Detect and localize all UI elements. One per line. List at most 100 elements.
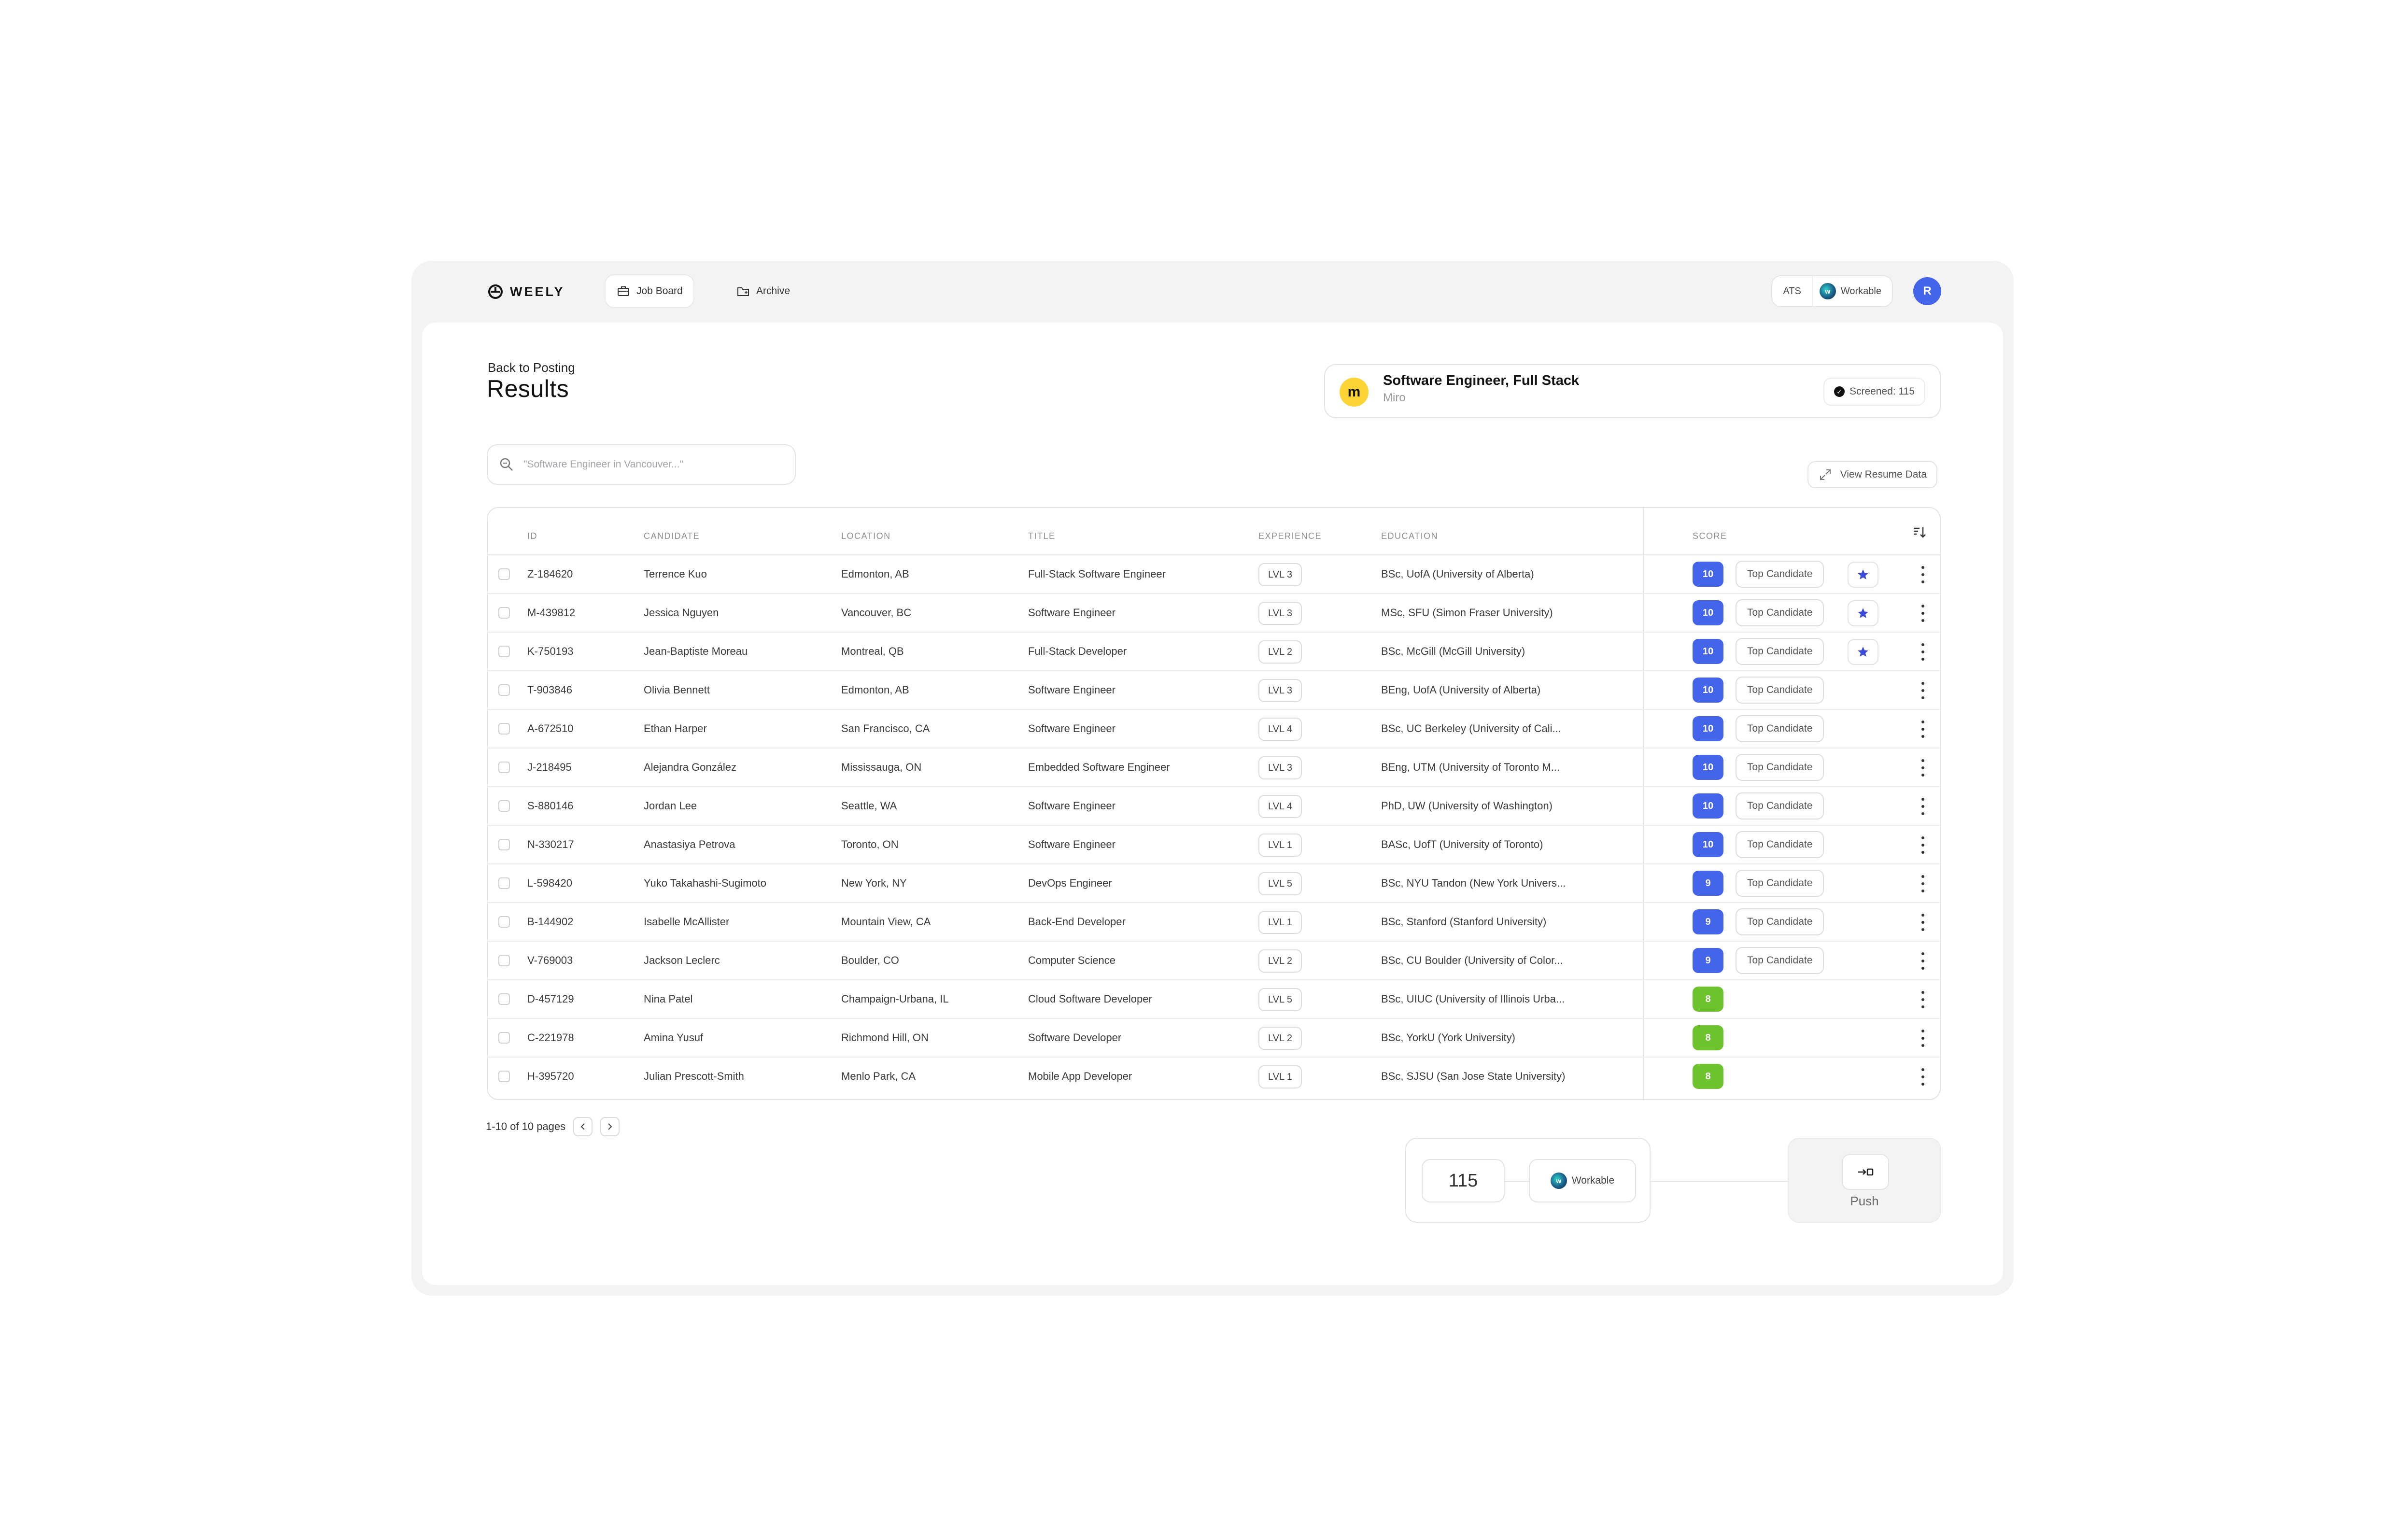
top-candidate-tag: Top Candidate xyxy=(1736,947,1824,974)
col-experience[interactable]: EXPERIENCE xyxy=(1258,531,1322,541)
table-row[interactable]: A-672510 Ethan Harper San Francisco, CA Sof… xyxy=(488,710,1940,749)
table-row[interactable]: H-395720 Julian Prescott-Smith Menlo Park,… xyxy=(488,1058,1940,1096)
kebab-icon xyxy=(1921,914,1924,917)
experience-badge: LVL 1 xyxy=(1258,834,1302,857)
cell-candidate: Ethan Harper xyxy=(644,722,707,735)
row-checkbox[interactable] xyxy=(498,877,510,889)
sort-button[interactable] xyxy=(1909,522,1930,543)
row-more-button[interactable] xyxy=(1918,564,1928,585)
row-checkbox[interactable] xyxy=(498,762,510,773)
table-row[interactable]: D-457129 Nina Patel Champaign-Urbana, IL Cl… xyxy=(488,980,1940,1019)
row-more-button[interactable] xyxy=(1918,641,1928,663)
kebab-icon xyxy=(1921,689,1924,692)
row-more-button[interactable] xyxy=(1918,873,1928,894)
row-more-button[interactable] xyxy=(1918,1028,1928,1049)
row-more-button[interactable] xyxy=(1918,989,1928,1010)
row-more-button[interactable] xyxy=(1918,603,1928,624)
col-id[interactable]: ID xyxy=(527,531,537,541)
kebab-icon xyxy=(1921,658,1924,661)
star-button[interactable] xyxy=(1848,600,1878,626)
row-more-button[interactable] xyxy=(1918,912,1928,933)
back-to-posting-link[interactable]: Back to Posting xyxy=(488,360,575,375)
job-card: m Software Engineer, Full Stack Miro ✓ S… xyxy=(1324,364,1941,418)
kebab-icon xyxy=(1921,875,1924,878)
cell-title: Cloud Software Developer xyxy=(1028,993,1152,1005)
kebab-icon xyxy=(1921,851,1924,854)
row-checkbox[interactable] xyxy=(498,800,510,812)
row-checkbox[interactable] xyxy=(498,723,510,735)
cell-location: Champaign-Urbana, IL xyxy=(841,993,949,1005)
top-candidate-tag: Top Candidate xyxy=(1736,599,1824,626)
col-education[interactable]: EDUCATION xyxy=(1381,531,1438,541)
view-resume-data-button[interactable]: View Resume Data xyxy=(1807,461,1937,488)
search-input[interactable] xyxy=(523,459,784,470)
row-checkbox[interactable] xyxy=(498,684,510,696)
check-icon: ✓ xyxy=(1834,386,1845,397)
nav-archive[interactable]: Archive xyxy=(725,274,801,308)
kebab-icon xyxy=(1921,1005,1924,1008)
cell-title: Software Engineer xyxy=(1028,838,1115,850)
row-more-button[interactable] xyxy=(1918,834,1928,856)
row-checkbox[interactable] xyxy=(498,646,510,657)
row-checkbox[interactable] xyxy=(498,993,510,1005)
push-target: w Workable xyxy=(1529,1159,1636,1202)
user-avatar[interactable]: R xyxy=(1913,277,1941,305)
next-page-button[interactable] xyxy=(600,1117,620,1136)
row-more-button[interactable] xyxy=(1918,680,1928,701)
row-checkbox[interactable] xyxy=(498,1071,510,1082)
star-button[interactable] xyxy=(1848,639,1878,665)
table-row[interactable]: T-903846 Olivia Bennett Edmonton, AB Softwa… xyxy=(488,671,1940,710)
score-badge: 10 xyxy=(1693,716,1723,741)
col-candidate[interactable]: CANDIDATE xyxy=(644,531,700,541)
experience-badge: LVL 5 xyxy=(1258,988,1302,1011)
row-checkbox[interactable] xyxy=(498,607,510,619)
row-more-button[interactable] xyxy=(1918,796,1928,817)
cell-id: T-903846 xyxy=(527,684,572,696)
cell-location: Toronto, ON xyxy=(841,838,899,850)
table-row[interactable]: N-330217 Anastasiya Petrova Toronto, ON Sof… xyxy=(488,826,1940,864)
row-more-button[interactable] xyxy=(1918,1066,1928,1088)
row-more-button[interactable] xyxy=(1918,757,1928,778)
col-location[interactable]: LOCATION xyxy=(841,531,891,541)
top-nav: WEELY Job Board Archive ATS w Workable R xyxy=(411,261,2014,323)
prev-page-button[interactable] xyxy=(573,1117,593,1136)
table-row[interactable]: B-144902 Isabelle McAllister Mountain View… xyxy=(488,903,1940,942)
row-checkbox[interactable] xyxy=(498,1032,510,1044)
experience-badge: LVL 2 xyxy=(1258,1027,1302,1050)
col-title[interactable]: TITLE xyxy=(1028,531,1056,541)
nav-job-board[interactable]: Job Board xyxy=(605,274,694,308)
table-row[interactable]: J-218495 Alejandra González Mississauga, O… xyxy=(488,749,1940,787)
ats-selector[interactable]: ATS w Workable xyxy=(1771,275,1893,307)
cell-candidate: Terrence Kuo xyxy=(644,568,707,580)
table-row[interactable]: K-750193 Jean-Baptiste Moreau Montreal, QB… xyxy=(488,633,1940,671)
brand-logo[interactable]: WEELY xyxy=(488,281,565,302)
row-more-button[interactable] xyxy=(1918,950,1928,972)
table-row[interactable]: Z-184620 Terrence Kuo Edmonton, AB Full-Sta… xyxy=(488,555,1940,594)
table-row[interactable]: V-769003 Jackson Leclerc Boulder, CO Comput… xyxy=(488,942,1940,980)
row-checkbox[interactable] xyxy=(498,955,510,966)
cell-id: Z-184620 xyxy=(527,568,573,580)
cell-education: BSc, YorkU (York University) xyxy=(1381,1031,1515,1044)
experience-badge: LVL 2 xyxy=(1258,640,1302,664)
row-checkbox[interactable] xyxy=(498,568,510,580)
table-row[interactable]: S-880146 Jordan Lee Seattle, WA Software En… xyxy=(488,787,1940,826)
push-button[interactable] xyxy=(1842,1154,1889,1190)
kebab-icon xyxy=(1921,721,1924,723)
table-row[interactable]: C-221978 Amina Yusuf Richmond Hill, ON Soft… xyxy=(488,1019,1940,1058)
row-checkbox[interactable] xyxy=(498,839,510,850)
star-button[interactable] xyxy=(1848,562,1878,588)
table-row[interactable]: M-439812 Jessica Nguyen Vancouver, BC Softw… xyxy=(488,594,1940,633)
cell-id: N-330217 xyxy=(527,838,574,850)
col-score[interactable]: SCORE xyxy=(1693,531,1727,541)
cell-candidate: Jordan Lee xyxy=(644,800,697,812)
row-checkbox[interactable] xyxy=(498,916,510,928)
table-row[interactable]: L-598420 Yuko Takahashi-Sugimoto New York,… xyxy=(488,864,1940,903)
row-more-button[interactable] xyxy=(1918,719,1928,740)
score-badge: 9 xyxy=(1693,909,1723,934)
push-arrow-icon xyxy=(1858,1168,1874,1176)
top-candidate-tag: Top Candidate xyxy=(1736,561,1824,588)
kebab-icon xyxy=(1921,1075,1924,1078)
search-box[interactable] xyxy=(487,444,796,485)
workable-logo-icon: w xyxy=(1819,283,1836,299)
score-badge: 8 xyxy=(1693,987,1723,1012)
